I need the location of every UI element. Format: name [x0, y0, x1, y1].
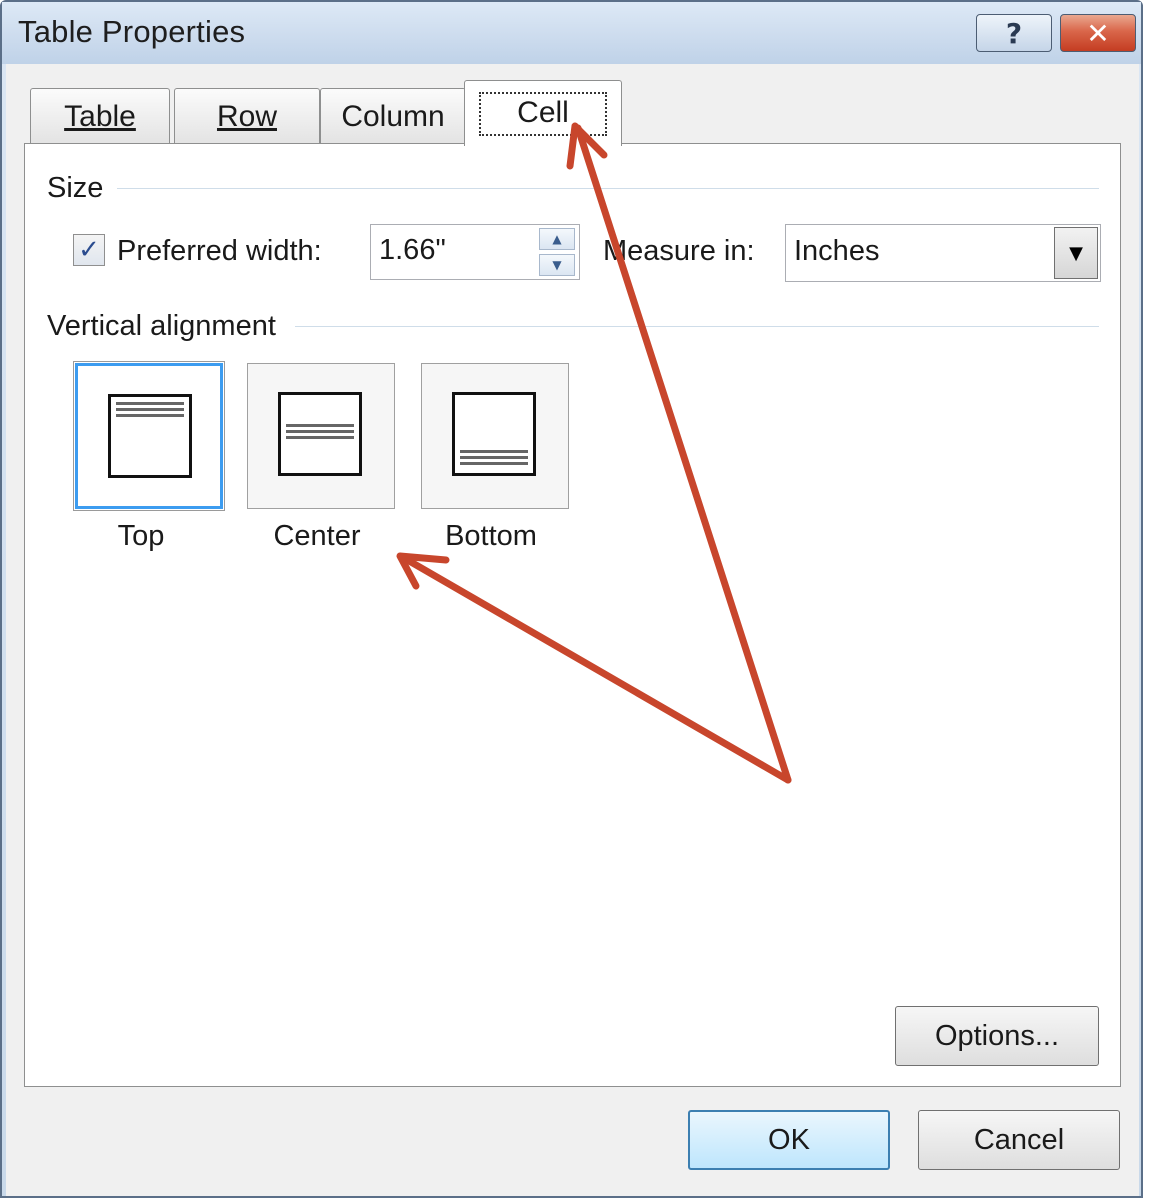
align-bottom-button[interactable] — [421, 363, 569, 509]
vertical-alignment-group-divider — [295, 326, 1099, 327]
measure-in-value: Inches — [794, 235, 880, 267]
dropdown-button[interactable]: ▼ — [1054, 227, 1098, 279]
tab-row-label: Row — [216, 99, 277, 133]
preferred-width-input[interactable]: 1.66" ▲ ▼ — [370, 224, 580, 280]
preferred-width-checkbox[interactable]: ✓ — [73, 234, 105, 266]
dialog-body: Table Row Column Cell Size ✓ Preferred w… — [6, 64, 1139, 1196]
align-bottom-icon — [452, 392, 536, 476]
cell-tab-panel: Size ✓ Preferred width: 1.66" ▲ ▼ Measur… — [24, 143, 1121, 1087]
close-icon: ✕ — [1086, 16, 1110, 50]
align-top-icon — [108, 394, 192, 478]
tab-cell[interactable]: Cell — [464, 80, 622, 146]
spin-up-button[interactable]: ▲ — [539, 228, 575, 250]
close-button[interactable]: ✕ — [1060, 14, 1136, 52]
arrow-up-icon: ▲ — [552, 232, 562, 246]
align-center-icon — [278, 392, 362, 476]
help-button[interactable]: ? — [976, 14, 1052, 52]
vertical-alignment-group-label: Vertical alignment — [47, 310, 276, 342]
align-center-button[interactable] — [247, 363, 395, 509]
tab-column-label: Column — [341, 99, 445, 133]
help-icon: ? — [1005, 16, 1023, 50]
tab-table[interactable]: Table — [30, 88, 170, 144]
size-group-divider — [117, 188, 1099, 189]
measure-in-label: Measure in: — [603, 235, 755, 267]
preferred-width-value: 1.66" — [379, 234, 446, 266]
cancel-button[interactable]: Cancel — [918, 1110, 1120, 1170]
cancel-button-label: Cancel — [973, 1123, 1065, 1156]
size-group-label: Size — [47, 172, 104, 204]
spin-down-button[interactable]: ▼ — [539, 254, 575, 276]
preferred-width-label: Preferred width: — [117, 235, 322, 267]
arrow-down-icon: ▼ — [552, 258, 562, 272]
tab-table-label: Table — [64, 99, 136, 133]
table-properties-dialog: Table Properties ? ✕ Table Row Column Ce… — [0, 0, 1143, 1198]
title-bar[interactable]: Table Properties ? ✕ — [2, 2, 1141, 64]
tab-cell-label: Cell — [479, 91, 607, 136]
checkmark-icon: ✓ — [78, 235, 100, 265]
ok-button[interactable]: OK — [688, 1110, 890, 1170]
ok-button-label: OK — [768, 1123, 810, 1156]
chevron-down-icon: ▼ — [1069, 242, 1083, 264]
options-button-label: Options... — [934, 1019, 1060, 1052]
measure-in-dropdown[interactable]: Inches ▼ — [785, 224, 1101, 282]
window-title: Table Properties — [18, 14, 246, 49]
align-center-label: Center — [273, 520, 361, 552]
tab-row[interactable]: Row — [174, 88, 320, 144]
align-top-label: Top — [117, 520, 165, 552]
options-button[interactable]: Options... — [895, 1006, 1099, 1066]
align-bottom-label: Bottom — [445, 520, 537, 552]
tab-column[interactable]: Column — [320, 88, 466, 144]
align-top-button[interactable] — [73, 361, 225, 511]
